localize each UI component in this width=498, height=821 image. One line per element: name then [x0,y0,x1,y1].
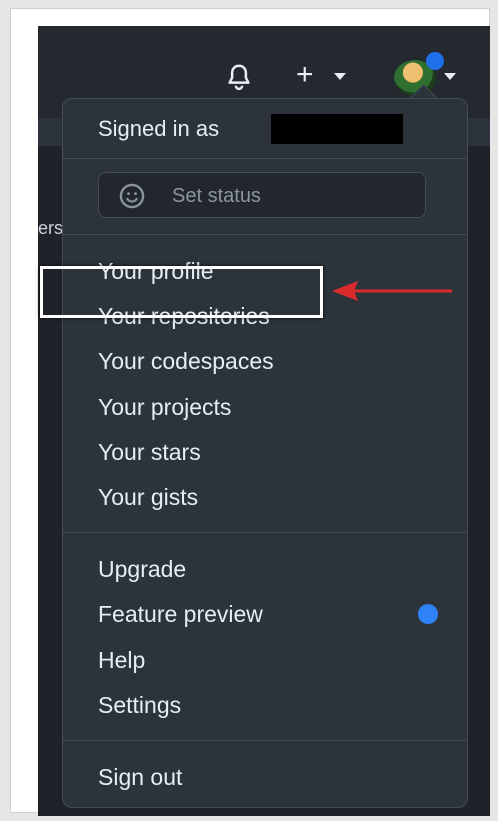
smiley-icon [119,183,145,209]
avatar-chevron-down-icon[interactable] [444,73,456,80]
bell-icon[interactable] [224,62,254,92]
menu-item-sign-out[interactable]: Sign out [98,762,182,792]
menu-item-your-gists[interactable]: Your gists [98,482,198,512]
menu-divider [62,158,466,159]
menu-item-help[interactable]: Help [98,645,145,675]
menu-item-your-projects[interactable]: Your projects [98,392,231,422]
redacted-username [271,114,403,144]
menu-item-feature-preview[interactable]: Feature preview [98,599,263,629]
set-status-button[interactable] [98,172,426,218]
plus-icon[interactable]: + [296,60,314,90]
signed-in-label: Signed in as [98,116,220,141]
red-arrow-icon [332,281,452,301]
menu-divider [62,740,466,741]
menu-divider [62,234,466,235]
background-partial-text: ers [38,218,64,238]
app-screen: ers + Signed in as Set status Your profi… [38,26,490,816]
feature-preview-dot-icon [418,604,438,624]
notification-dot-icon [426,52,444,70]
menu-item-settings[interactable]: Settings [98,690,181,720]
menu-divider [62,532,466,533]
menu-item-upgrade[interactable]: Upgrade [98,554,186,584]
menu-item-your-stars[interactable]: Your stars [98,437,201,467]
chevron-down-icon[interactable] [334,73,346,80]
set-status-label: Set status [172,185,261,207]
highlight-box [40,266,323,318]
menu-item-your-codespaces[interactable]: Your codespaces [98,346,274,376]
